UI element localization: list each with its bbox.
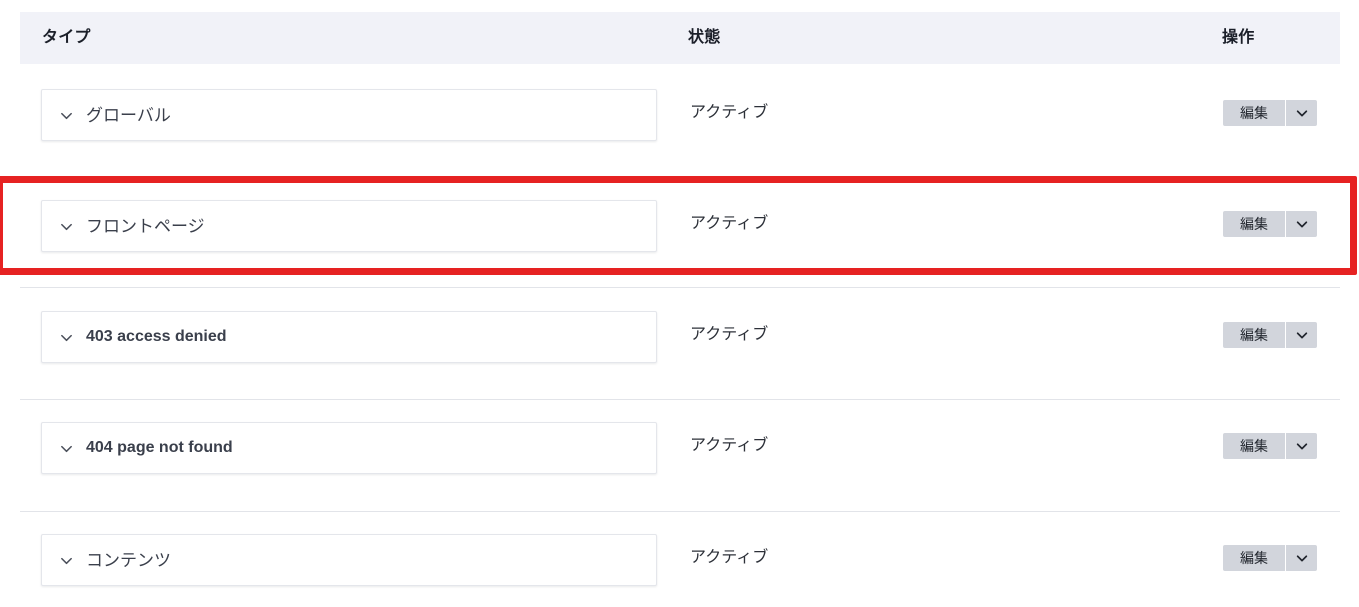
edit-split-button[interactable]: 編集: [1223, 433, 1317, 459]
chevron-down-icon: [59, 330, 74, 345]
chevron-down-icon[interactable]: [1286, 322, 1317, 348]
type-label: 403 access denied: [86, 328, 227, 345]
table-row: 403 access denied アクティブ 編集: [0, 289, 1359, 400]
table-row: グローバル アクティブ 編集: [0, 67, 1359, 178]
status-text: アクティブ: [690, 104, 769, 121]
action-cell: 編集: [1223, 433, 1317, 459]
chevron-down-icon[interactable]: [1286, 211, 1317, 237]
type-expand-card[interactable]: フロントページ: [41, 200, 657, 252]
status-text: アクティブ: [690, 215, 769, 232]
action-cell: 編集: [1223, 545, 1317, 571]
table-row: 404 page not found アクティブ 編集: [0, 400, 1359, 511]
table-column-header: タイプ 状態 操作: [20, 12, 1340, 64]
status-text: アクティブ: [690, 549, 769, 566]
chevron-down-icon: [59, 108, 74, 123]
edit-button[interactable]: 編集: [1223, 211, 1285, 237]
type-label: フロントページ: [86, 216, 205, 236]
chevron-down-icon[interactable]: [1286, 545, 1317, 571]
edit-button[interactable]: 編集: [1223, 322, 1285, 348]
type-expand-card[interactable]: 403 access denied: [41, 311, 657, 363]
type-expand-card[interactable]: コンテンツ: [41, 534, 657, 586]
chevron-down-icon: [59, 219, 74, 234]
chevron-down-icon: [59, 553, 74, 568]
type-label: コンテンツ: [86, 550, 171, 570]
table-row: フロントページ アクティブ 編集: [0, 178, 1359, 289]
action-cell: 編集: [1223, 211, 1317, 237]
chevron-down-icon[interactable]: [1286, 100, 1317, 126]
chevron-down-icon[interactable]: [1286, 433, 1317, 459]
row-divider: [20, 287, 1340, 288]
status-text: アクティブ: [690, 437, 769, 454]
type-expand-card[interactable]: 404 page not found: [41, 422, 657, 474]
edit-split-button[interactable]: 編集: [1223, 211, 1317, 237]
action-cell: 編集: [1223, 322, 1317, 348]
type-label: 404 page not found: [86, 439, 233, 456]
table-row: コンテンツ アクティブ 編集: [0, 512, 1359, 607]
edit-split-button[interactable]: 編集: [1223, 545, 1317, 571]
edit-button[interactable]: 編集: [1223, 433, 1285, 459]
edit-split-button[interactable]: 編集: [1223, 100, 1317, 126]
edit-button[interactable]: 編集: [1223, 100, 1285, 126]
column-header-state: 状態: [688, 29, 721, 46]
action-cell: 編集: [1223, 100, 1317, 126]
status-text: アクティブ: [690, 326, 769, 343]
edit-split-button[interactable]: 編集: [1223, 322, 1317, 348]
page-root: タイプ 状態 操作 グローバル アクティブ 編集 フロントページ アクティブ 編…: [0, 0, 1359, 607]
column-header-type: タイプ: [42, 29, 91, 46]
edit-button[interactable]: 編集: [1223, 545, 1285, 571]
type-expand-card[interactable]: グローバル: [41, 89, 657, 141]
type-label: グローバル: [86, 105, 171, 125]
column-header-action: 操作: [1222, 29, 1255, 46]
chevron-down-icon: [59, 441, 74, 456]
